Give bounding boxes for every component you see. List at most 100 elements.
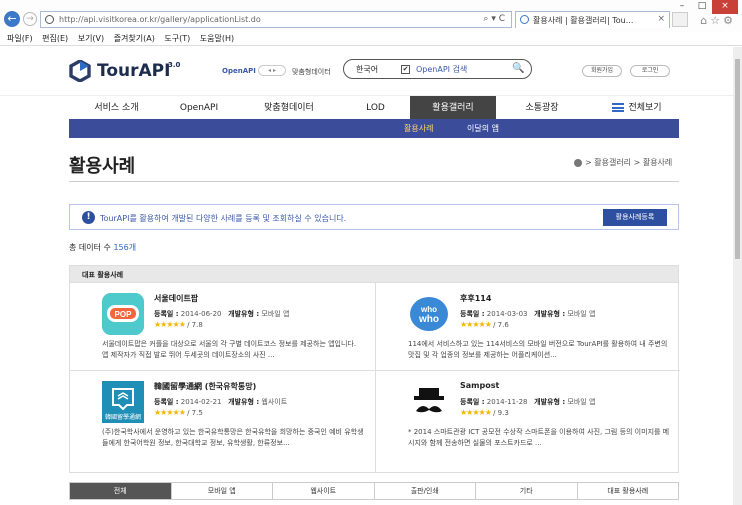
tourapi-logo-icon[interactable]: [69, 60, 91, 82]
tab-etc[interactable]: 기타: [475, 483, 577, 499]
seoul-datepop-app-icon[interactable]: POP: [102, 293, 144, 335]
case-rating: ★★★★★ / 7.5: [154, 408, 203, 417]
breadcrumb-path[interactable]: > 활용갤러리 > 활용사례: [585, 158, 672, 167]
login-button[interactable]: 로그인: [630, 65, 670, 77]
info-icon: !: [82, 211, 95, 224]
window-close-icon[interactable]: ×: [712, 0, 738, 14]
forward-arrow-icon[interactable]: →: [23, 12, 37, 26]
maximize-icon[interactable]: □: [692, 0, 712, 14]
dev-type: 모바일 앱: [261, 310, 290, 318]
menu-edit[interactable]: 편집(E): [42, 32, 68, 46]
menu-view[interactable]: 보기(V): [78, 32, 104, 46]
all-menu-label: 전체보기: [628, 103, 662, 113]
pop-label: POP: [115, 310, 133, 319]
home-favorites-settings-icon[interactable]: ⌂☆⚙: [700, 14, 736, 27]
case-rating: ★★★★★ / 7.8: [154, 320, 203, 329]
info-notice: ! TourAPI를 활용하여 개발된 다양한 사례를 등록 및 조회하실 수 …: [69, 204, 679, 230]
menu-tools[interactable]: 도구(T): [164, 32, 190, 46]
rating-stars-icon: ★★★★★: [460, 408, 492, 417]
tab-all[interactable]: 전체: [70, 483, 171, 499]
total-label: 총 데이터 수: [69, 243, 111, 252]
menu-bar: 파일(F) 편집(E) 보기(V) 즐겨찾기(A) 도구(T) 도움말(H): [0, 32, 742, 46]
reg-date: 2014-03-03: [486, 310, 528, 318]
tab-favicon-icon: [520, 15, 529, 24]
nav-lod[interactable]: LOD: [344, 96, 407, 120]
case-card[interactable]: who who 후후114 등록일 : 2014-03-03 개발유형 : 모바…: [376, 283, 676, 370]
reg-label: 등록일 :: [154, 310, 179, 318]
case-description: 114에서 서비스하고 있는 114서비스의 모바일 버전으로 TourAPI를…: [408, 340, 668, 359]
breadcrumb: > 활용갤러리 > 활용사례: [574, 157, 672, 168]
openapi-toggle[interactable]: ◂ ▸: [258, 65, 286, 76]
nav-custom-data[interactable]: 맞춤형데이터: [234, 96, 344, 120]
hamburger-icon: [612, 103, 625, 112]
nav-openapi[interactable]: OpenAPI: [164, 96, 234, 120]
total-value: 156개: [113, 243, 137, 252]
tab-close-icon[interactable]: ×: [657, 14, 665, 24]
dev-type: 모바일 앱: [567, 398, 596, 406]
reg-label: 등록일 :: [460, 398, 485, 406]
address-search-refresh-icon[interactable]: ⌕ ▾ C: [483, 14, 505, 24]
tab-print[interactable]: 출판/인쇄: [373, 483, 475, 499]
case-name[interactable]: 서울데이트팝: [154, 293, 198, 304]
search-box[interactable]: 한국어 ✔ OpenAPI 검색 🔍: [343, 59, 532, 79]
total-count: 총 데이터 수 156개: [69, 242, 136, 253]
reg-label: 등록일 :: [154, 398, 179, 406]
reg-date: 2014-11-28: [486, 398, 528, 406]
subnav-cases[interactable]: 활용사례: [404, 123, 433, 134]
sampost-app-icon[interactable]: [408, 381, 450, 423]
nav-gallery[interactable]: 활용갤러리: [410, 96, 496, 120]
rating-stars-icon: ★★★★★: [154, 320, 186, 329]
tab-representative[interactable]: 대표 활용사례: [576, 483, 678, 499]
page-viewport: TourAPI 3.0 OpenAPI ◂ ▸ 맞춤형데이터 한국어 ✔ Ope…: [0, 47, 733, 505]
case-name[interactable]: Sampost: [460, 381, 499, 390]
reg-date: 2014-06-20: [180, 310, 222, 318]
window-controls: – □ ×: [672, 0, 738, 14]
category-tabs: 전체 모바일 앱 웹사이트 출판/인쇄 기타 대표 활용사례: [69, 482, 679, 500]
custom-data-link[interactable]: 맞춤형데이터: [292, 67, 331, 77]
whowho-app-icon[interactable]: who who: [408, 293, 450, 335]
tab-website[interactable]: 웹사이트: [272, 483, 374, 499]
case-card[interactable]: POP 서울데이트팝 등록일 : 2014-06-20 개발유형 : 모바일 앱…: [70, 283, 370, 370]
nav-all-menu[interactable]: 전체보기: [592, 96, 682, 120]
nav-service-intro[interactable]: 서비스 소개: [69, 96, 164, 120]
home-icon[interactable]: [574, 158, 582, 167]
case-rating: ★★★★★ / 7.6: [460, 320, 509, 329]
signup-button[interactable]: 회원가입: [582, 65, 622, 77]
case-name[interactable]: 후후114: [460, 293, 491, 304]
rating-score: / 7.6: [493, 321, 509, 329]
representative-heading: 대표 활용사례: [69, 265, 679, 283]
type-label: 개발유형 :: [534, 310, 566, 318]
case-meta: 등록일 : 2014-11-28 개발유형 : 모바일 앱: [460, 397, 595, 407]
case-card[interactable]: 韓國留學通網 韓國留學通網 (한국유학통망) 등록일 : 2014-02-21 …: [70, 371, 370, 458]
representative-heading-text: 대표 활용사례: [82, 271, 124, 279]
logo-text[interactable]: TourAPI: [97, 61, 170, 81]
case-name[interactable]: 韓國留學通網 (한국유학통망): [154, 381, 256, 392]
menu-help[interactable]: 도움말(H): [200, 32, 234, 46]
address-bar[interactable]: http://api.visitkorea.or.kr/gallery/appl…: [40, 11, 512, 28]
sampost-mustache-icon: [408, 381, 450, 423]
scrollbar-thumb[interactable]: [735, 59, 740, 259]
case-rating: ★★★★★ / 9.3: [460, 408, 509, 417]
openapi-link[interactable]: OpenAPI: [222, 67, 256, 75]
subnav-monthly-app[interactable]: 이달의 앱: [467, 123, 499, 134]
menu-file[interactable]: 파일(F): [7, 32, 33, 46]
nav-community[interactable]: 소통광장: [496, 96, 588, 120]
search-service-label[interactable]: OpenAPI 검색: [416, 64, 467, 75]
menu-favorites[interactable]: 즐겨찾기(A): [114, 32, 155, 46]
register-case-button[interactable]: 활용사례등록: [603, 209, 667, 226]
page-scrollbar[interactable]: [733, 47, 742, 505]
browser-tab[interactable]: 활용사례 | 활용갤러리| Tou... ×: [515, 11, 670, 28]
whowho-bottom-label: who: [418, 314, 439, 325]
new-tab-button[interactable]: [672, 12, 688, 27]
case-card[interactable]: Sampost 등록일 : 2014-11-28 개발유형 : 모바일 앱 ★★…: [376, 371, 676, 458]
search-icon[interactable]: 🔍: [512, 63, 524, 74]
tab-mobile-app[interactable]: 모바일 앱: [170, 483, 272, 499]
address-url[interactable]: http://api.visitkorea.or.kr/gallery/appl…: [59, 15, 261, 24]
minimize-icon[interactable]: –: [672, 0, 692, 14]
back-arrow-icon[interactable]: ←: [4, 11, 20, 27]
representative-grid: POP 서울데이트팝 등록일 : 2014-06-20 개발유형 : 모바일 앱…: [69, 283, 680, 473]
study-network-logo-icon[interactable]: 韓國留學通網: [102, 381, 144, 423]
language-select[interactable]: 한국어: [356, 64, 378, 75]
title-divider: [69, 181, 679, 182]
search-check-icon[interactable]: ✔: [401, 65, 410, 74]
